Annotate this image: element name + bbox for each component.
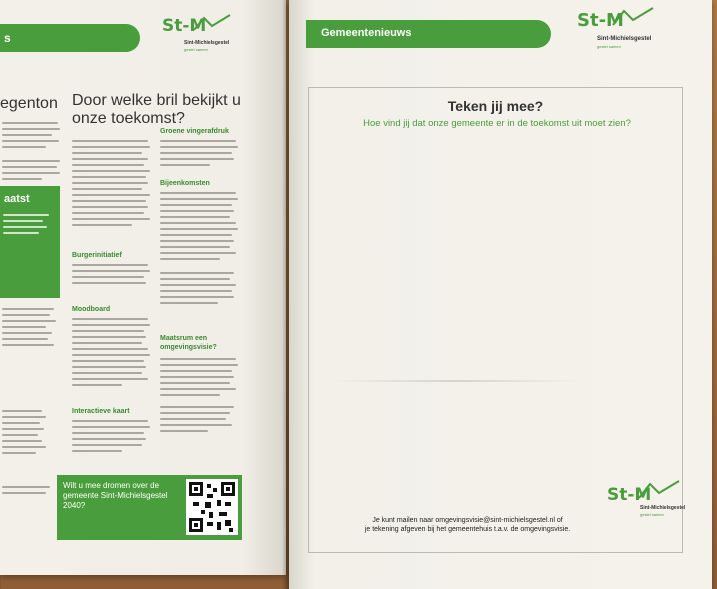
- middle-column-text-3: [72, 318, 152, 390]
- subheading-interactieve-kaart: Interactieve kaart: [72, 408, 130, 415]
- form-logo-name: Sint-Michielsgestel: [640, 505, 686, 511]
- qr-code-icon[interactable]: [186, 479, 238, 535]
- form-footer: Je kunt mailen naar omgevingsvisie@sint-…: [330, 516, 605, 534]
- paper-texture-mark: [330, 380, 580, 382]
- form-logo-tagline: gestel samen: [640, 512, 664, 517]
- form-title: Teken jij mee?: [447, 98, 544, 114]
- left-municipality-logo: St-M Sint-Michielsgestel gestel samen: [162, 14, 242, 56]
- right-logo-tagline: gestel samen: [597, 44, 621, 49]
- right-logo-name: Sint-Michielsgestel: [597, 36, 652, 42]
- left-header-label: s: [4, 31, 11, 45]
- logo-swoosh-icon: [612, 7, 654, 26]
- left-article-title: Door welke bril bekijkt u onze toekomst?: [72, 92, 241, 127]
- left-partial-heading: egenton: [0, 95, 58, 112]
- right-column-text-3: [160, 358, 240, 436]
- cta-text: Wilt u mee dromen over de gemeente Sint-…: [63, 481, 168, 510]
- left-green-block-text: [3, 214, 53, 238]
- subheading-bijeenkomsten: Bijeenkomsten: [160, 180, 210, 187]
- left-logo-name: Sint-Michielsgestel: [184, 40, 230, 46]
- subheading-burgerinitiatief: Burgerinitiatief: [72, 252, 122, 259]
- form-footer-line-2: je tekening afgeven bij het gemeentehuis…: [364, 526, 571, 533]
- right-column-text-2: [160, 192, 240, 308]
- right-header-label: Gemeentenieuws: [321, 27, 412, 39]
- form-municipality-logo: St-M Sint-Michielsgestel gestel samen: [607, 480, 687, 525]
- left-green-block-label: aatst: [4, 193, 30, 205]
- left-logo-tagline: gestel samen: [184, 47, 208, 52]
- logo-swoosh-icon: [193, 14, 231, 31]
- drawing-area[interactable]: [308, 87, 683, 553]
- middle-column-text: [72, 140, 152, 230]
- logo-swoosh-icon: [638, 480, 680, 499]
- form-subtitle: Hoe vind jij dat onze gemeente er in de …: [363, 118, 631, 129]
- qr-code-pattern: [189, 482, 235, 532]
- right-municipality-logo: St-M Sint-Michielsgestel gestel samen: [577, 7, 667, 56]
- middle-column-text-4: [72, 420, 152, 456]
- subheading-groene-vingerafdruk: Groene vingerafdruk: [160, 128, 229, 135]
- subheading-maatsrum: Maatsrum een omgevingsvisie?: [160, 335, 217, 351]
- form-footer-line-1: Je kunt mailen naar omgevingsvisie@sint-…: [372, 517, 563, 524]
- left-header-bar: [0, 24, 140, 52]
- left-column-text-2: [2, 308, 58, 498]
- left-column-text: [2, 122, 62, 184]
- right-column-text: [160, 140, 240, 170]
- subheading-moodboard: Moodboard: [72, 306, 111, 313]
- middle-column-text-2: [72, 264, 152, 288]
